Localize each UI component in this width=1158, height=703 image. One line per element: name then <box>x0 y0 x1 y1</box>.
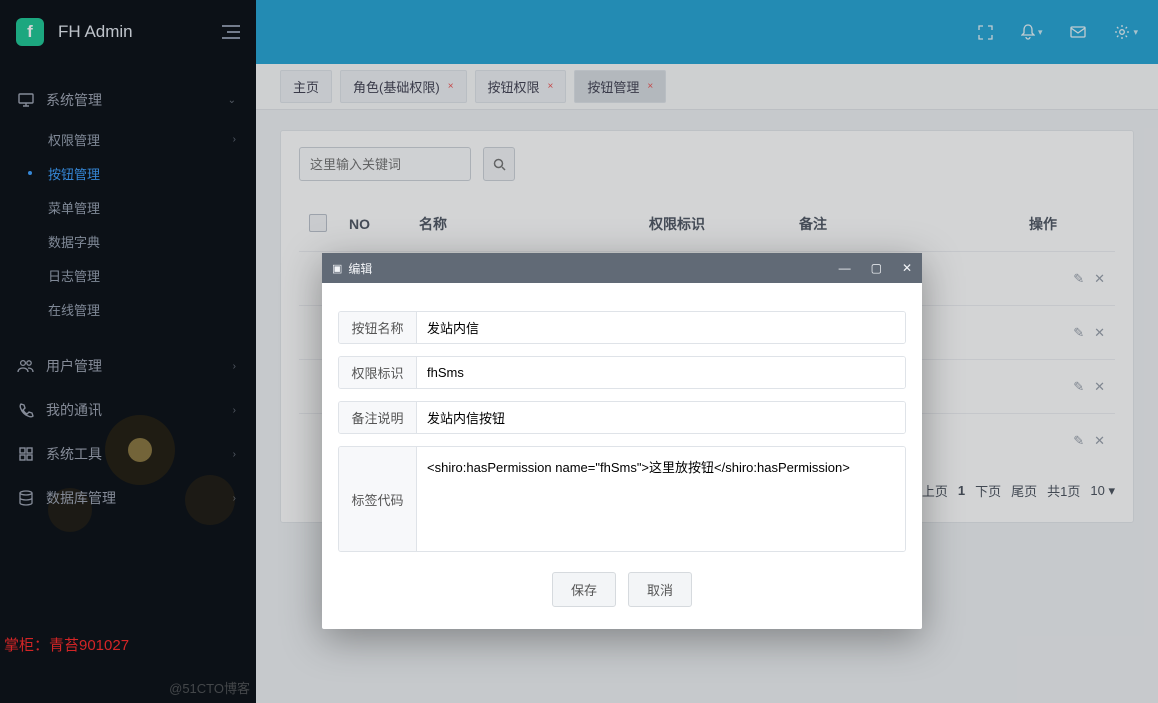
perm-key-input[interactable] <box>417 357 905 388</box>
modal-body: 按钮名称 权限标识 备注说明 标签代码 保存 取消 <box>322 283 922 629</box>
button-name-input[interactable] <box>417 312 905 343</box>
remark-input[interactable] <box>417 402 905 433</box>
tag-code-textarea[interactable] <box>417 447 905 551</box>
field-row-remark: 备注说明 <box>338 401 906 434</box>
field-label: 备注说明 <box>339 402 417 433</box>
modal-titlebar[interactable]: ▣ 编辑 — ▢ ✕ <box>322 253 922 283</box>
field-label: 权限标识 <box>339 357 417 388</box>
field-row-perm: 权限标识 <box>338 356 906 389</box>
cancel-button[interactable]: 取消 <box>628 572 692 607</box>
modal-actions: 保存 取消 <box>338 572 906 607</box>
field-label: 按钮名称 <box>339 312 417 343</box>
window-icon: ▣ <box>332 262 342 275</box>
field-label: 标签代码 <box>339 447 417 551</box>
field-row-name: 按钮名称 <box>338 311 906 344</box>
modal-edit: ▣ 编辑 — ▢ ✕ 按钮名称 权限标识 备注说明 标签代码 保存 取消 <box>322 253 922 629</box>
modal-close-button[interactable]: ✕ <box>902 261 912 275</box>
modal-maximize-button[interactable]: ▢ <box>871 261 882 275</box>
field-row-code: 标签代码 <box>338 446 906 552</box>
modal-minimize-button[interactable]: — <box>839 261 851 275</box>
modal-title-text: 编辑 <box>348 260 372 277</box>
save-button[interactable]: 保存 <box>552 572 616 607</box>
